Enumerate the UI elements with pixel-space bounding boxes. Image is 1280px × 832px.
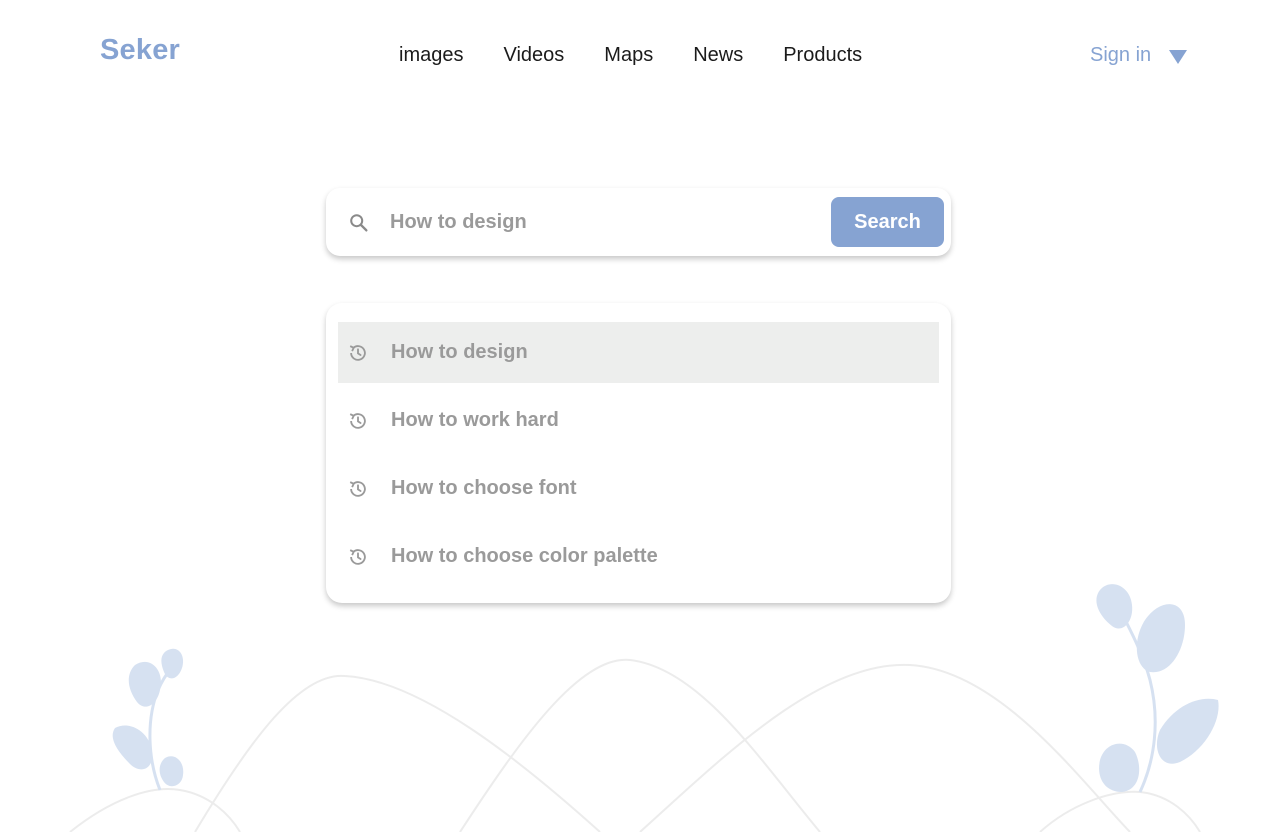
suggestion-label: How to design (391, 341, 528, 363)
history-icon (349, 413, 366, 429)
nav-item-news[interactable]: News (693, 44, 743, 67)
caret-down-icon[interactable] (1169, 49, 1188, 64)
history-icon (349, 549, 366, 565)
signin-button[interactable]: Sign in (1090, 44, 1188, 67)
top-nav: images Videos Maps News Products (399, 44, 862, 67)
history-icon (349, 345, 366, 361)
brand-logo[interactable]: Seker (100, 34, 180, 67)
suggestion-label: How to choose color palette (391, 545, 658, 567)
nav-item-videos[interactable]: Videos (503, 44, 564, 67)
search-button[interactable]: Search (831, 197, 944, 247)
suggestion-label: How to work hard (391, 409, 559, 431)
header: Seker images Videos Maps News Products S… (0, 0, 1280, 112)
search-input[interactable] (390, 206, 810, 238)
search-bar: Search (326, 188, 951, 256)
left-plant-illustration (112, 648, 184, 791)
search-icon (350, 214, 368, 232)
suggestion-item[interactable]: How to choose color palette (338, 526, 939, 587)
signin-label: Sign in (1090, 44, 1152, 66)
suggestion-label: How to choose font (391, 477, 577, 499)
suggestion-item[interactable]: How to work hard (338, 390, 939, 451)
right-plant-illustration (1096, 584, 1219, 793)
nav-item-images[interactable]: images (399, 44, 463, 67)
search-suggestions: How to design How to work hard How to ch… (326, 303, 951, 603)
nav-item-products[interactable]: Products (783, 44, 862, 67)
nav-item-maps[interactable]: Maps (604, 44, 653, 67)
history-icon (349, 481, 366, 497)
suggestion-item[interactable]: How to design (338, 322, 939, 383)
suggestion-item[interactable]: How to choose font (338, 458, 939, 519)
